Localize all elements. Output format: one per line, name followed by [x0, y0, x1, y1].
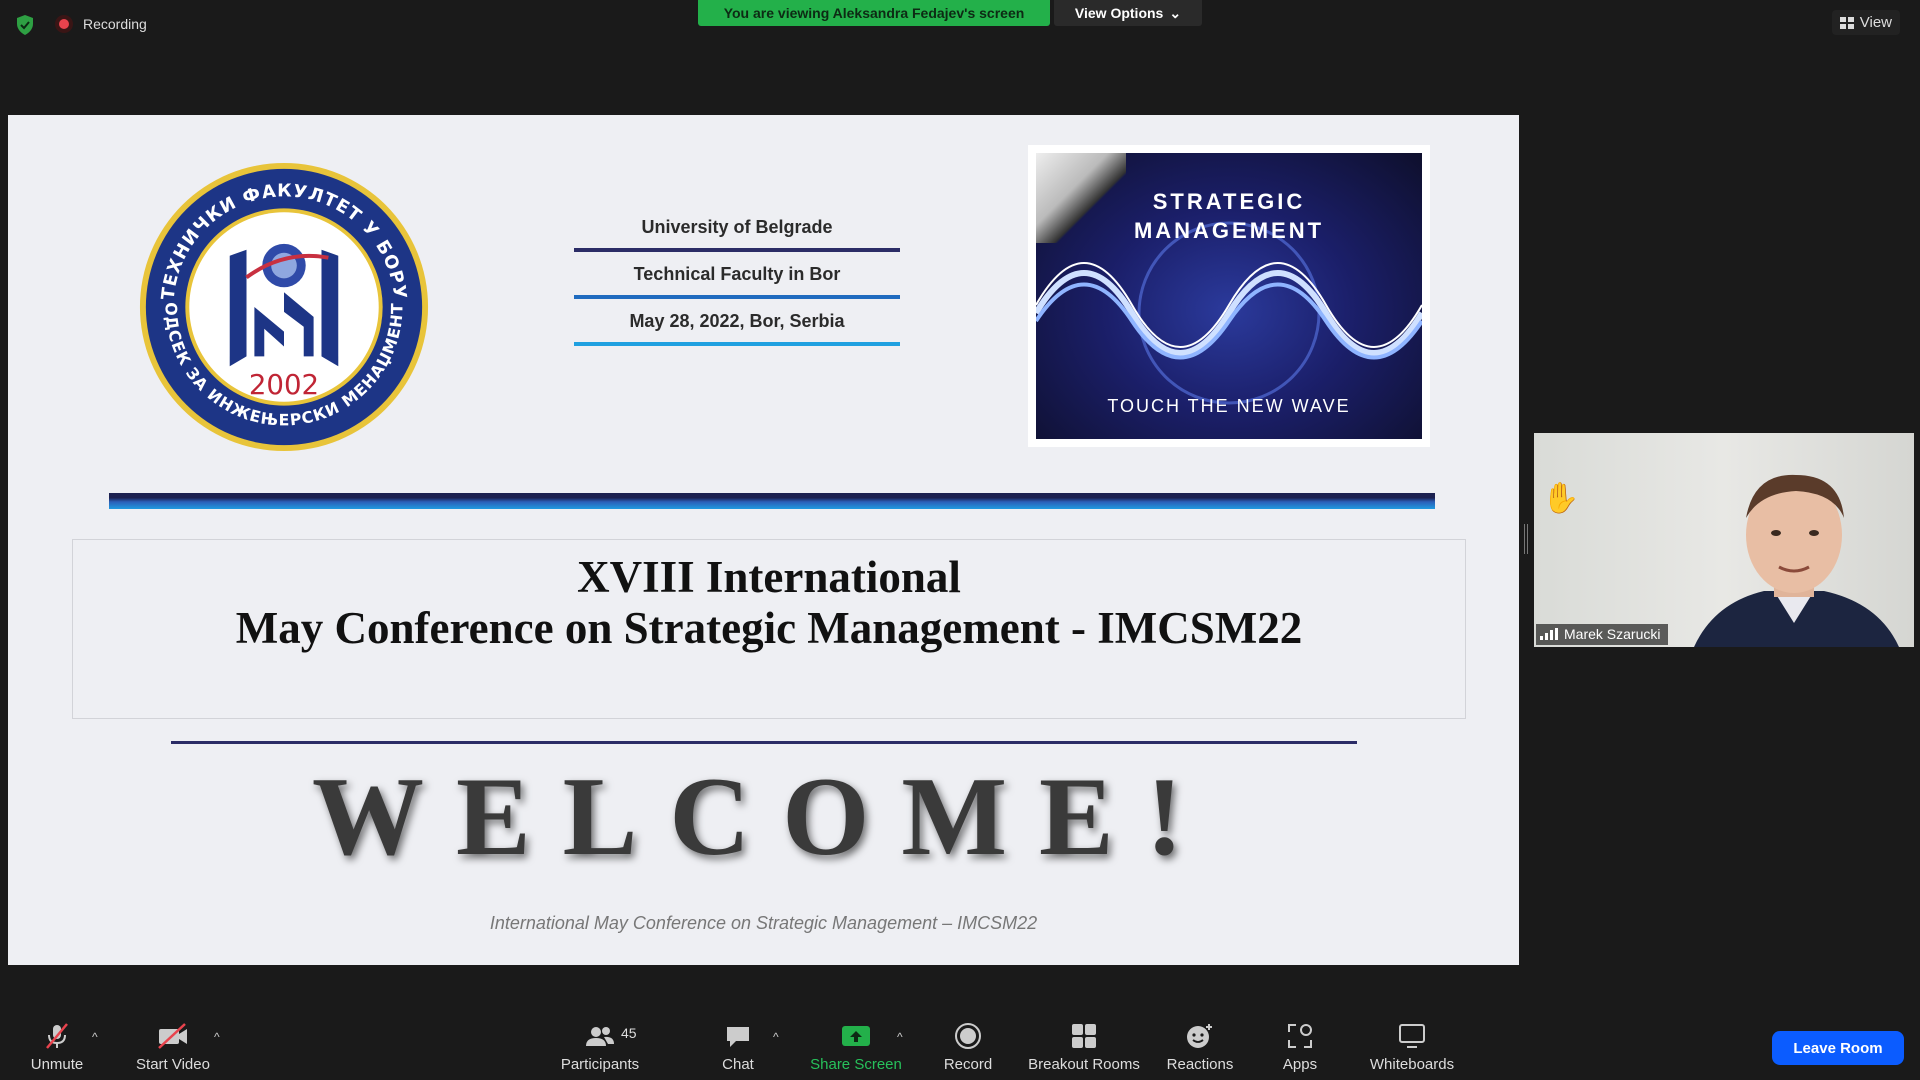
reactions-label: Reactions	[1166, 1056, 1234, 1073]
chevron-down-icon: ⌄	[1169, 4, 1182, 21]
info-divider	[574, 295, 900, 299]
sm-title-line-1: STRATEGIC	[1152, 189, 1306, 214]
faculty-info-block: University of Belgrade Technical Faculty…	[574, 211, 900, 352]
signal-strength-icon	[1540, 628, 1558, 640]
viewing-screen-banner: You are viewing Aleksandra Fedajev's scr…	[698, 0, 1050, 26]
view-button[interactable]: View	[1831, 10, 1900, 35]
share-options-caret[interactable]: ^	[897, 1030, 903, 1044]
welcome-heading: WELCOME!	[311, 755, 1216, 879]
start-video-label: Start Video	[136, 1056, 210, 1073]
apps-icon	[1288, 1024, 1312, 1048]
unmute-button[interactable]: Unmute	[22, 1008, 92, 1080]
conference-title-line-1: XVIII International	[577, 552, 961, 602]
sm-title: STRATEGIC MANAGEMENT	[1036, 187, 1422, 245]
view-options-label: View Options	[1074, 5, 1164, 21]
view-label: View	[1859, 14, 1892, 31]
record-button[interactable]: Record	[938, 1008, 998, 1080]
chat-icon	[727, 1027, 749, 1047]
apps-button[interactable]: Apps	[1270, 1008, 1330, 1080]
participants-button[interactable]: Participants	[555, 1008, 645, 1080]
participant-name: Marek Szarucki	[1564, 626, 1661, 642]
seal-year: 2002	[249, 368, 319, 401]
recording-indicator[interactable]: Recording	[55, 15, 147, 33]
video-camera-off-icon	[158, 1023, 187, 1049]
breakout-rooms-label: Breakout Rooms	[1028, 1056, 1140, 1073]
welcome-divider	[171, 741, 1357, 744]
view-options-button[interactable]: View Options ⌄	[1054, 0, 1202, 26]
slide-footer: International May Conference on Strategi…	[489, 913, 1038, 933]
sm-tagline: TOUCH THE NEW WAVE	[1107, 396, 1351, 416]
microphone-muted-icon	[46, 1023, 68, 1049]
apps-label: Apps	[1282, 1056, 1318, 1073]
faculty-seal-logo: ТЕХНИЧКИ ФАКУЛТЕТ У БОРУ ОДСЕК ЗА ИНЖЕЊЕ…	[139, 162, 429, 452]
share-screen-button[interactable]: Share Screen	[806, 1008, 906, 1080]
recording-icon	[55, 15, 73, 33]
reactions-button[interactable]: Reactions	[1160, 1008, 1240, 1080]
info-university: University of Belgrade	[641, 217, 833, 237]
participant-name-label: Marek Szarucki	[1536, 624, 1669, 645]
unmute-label: Unmute	[30, 1056, 84, 1073]
reactions-icon	[1187, 1024, 1212, 1048]
chat-label: Chat	[722, 1056, 754, 1073]
meeting-topbar: Recording You are viewing Aleksandra Fed…	[0, 0, 1920, 50]
info-divider	[574, 248, 900, 252]
record-icon	[955, 1023, 981, 1049]
shield-check-icon[interactable]	[15, 14, 35, 36]
panel-resize-handle[interactable]	[1524, 524, 1528, 554]
participants-count: 45	[621, 1025, 637, 1041]
conference-title-line-2: May Conference on Strategic Management -…	[235, 603, 1303, 653]
meeting-toolbar: Unmute ^ Start Video ^ Participants 45 C…	[0, 1008, 1920, 1080]
audio-options-caret[interactable]: ^	[92, 1030, 98, 1044]
participants-label: Participants	[560, 1056, 640, 1073]
info-faculty: Technical Faculty in Bor	[633, 264, 841, 284]
info-date-location: May 28, 2022, Bor, Serbia	[629, 311, 845, 331]
participants-icon	[586, 1027, 614, 1046]
video-options-caret[interactable]: ^	[214, 1030, 220, 1044]
info-divider	[574, 342, 900, 346]
breakout-rooms-button[interactable]: Breakout Rooms	[1024, 1008, 1144, 1080]
leave-room-button[interactable]: Leave Room	[1772, 1031, 1904, 1065]
recording-label: Recording	[83, 16, 147, 32]
participant-video-feed	[1694, 474, 1899, 647]
start-video-button[interactable]: Start Video	[130, 1008, 216, 1080]
share-screen-icon	[842, 1026, 870, 1046]
breakout-rooms-icon	[1072, 1024, 1096, 1048]
share-screen-label: Share Screen	[810, 1056, 902, 1073]
shared-screen-slide: ТЕХНИЧКИ ФАКУЛТЕТ У БОРУ ОДСЕК ЗА ИНЖЕЊЕ…	[8, 115, 1519, 965]
record-label: Record	[943, 1056, 993, 1073]
chat-options-caret[interactable]: ^	[773, 1030, 779, 1044]
conference-title-box: XVIII International May Conference on St…	[72, 539, 1466, 719]
strategic-management-logo: STRATEGIC MANAGEMENT TOUCH THE NEW WAVE	[1028, 145, 1430, 447]
raised-hand-icon: ✋	[1542, 482, 1580, 515]
participant-video-tile[interactable]: ✋ Marek Szarucki	[1534, 433, 1914, 647]
conference-title: XVIII International May Conference on St…	[73, 552, 1465, 654]
grid-view-icon	[1839, 16, 1854, 29]
sm-title-line-2: MANAGEMENT	[1133, 218, 1325, 243]
whiteboards-label: Whiteboards	[1369, 1056, 1455, 1073]
chat-button[interactable]: Chat	[710, 1008, 766, 1080]
whiteboards-button[interactable]: Whiteboards	[1362, 1008, 1462, 1080]
slide-divider-bar	[109, 493, 1435, 509]
whiteboard-icon	[1399, 1024, 1425, 1048]
